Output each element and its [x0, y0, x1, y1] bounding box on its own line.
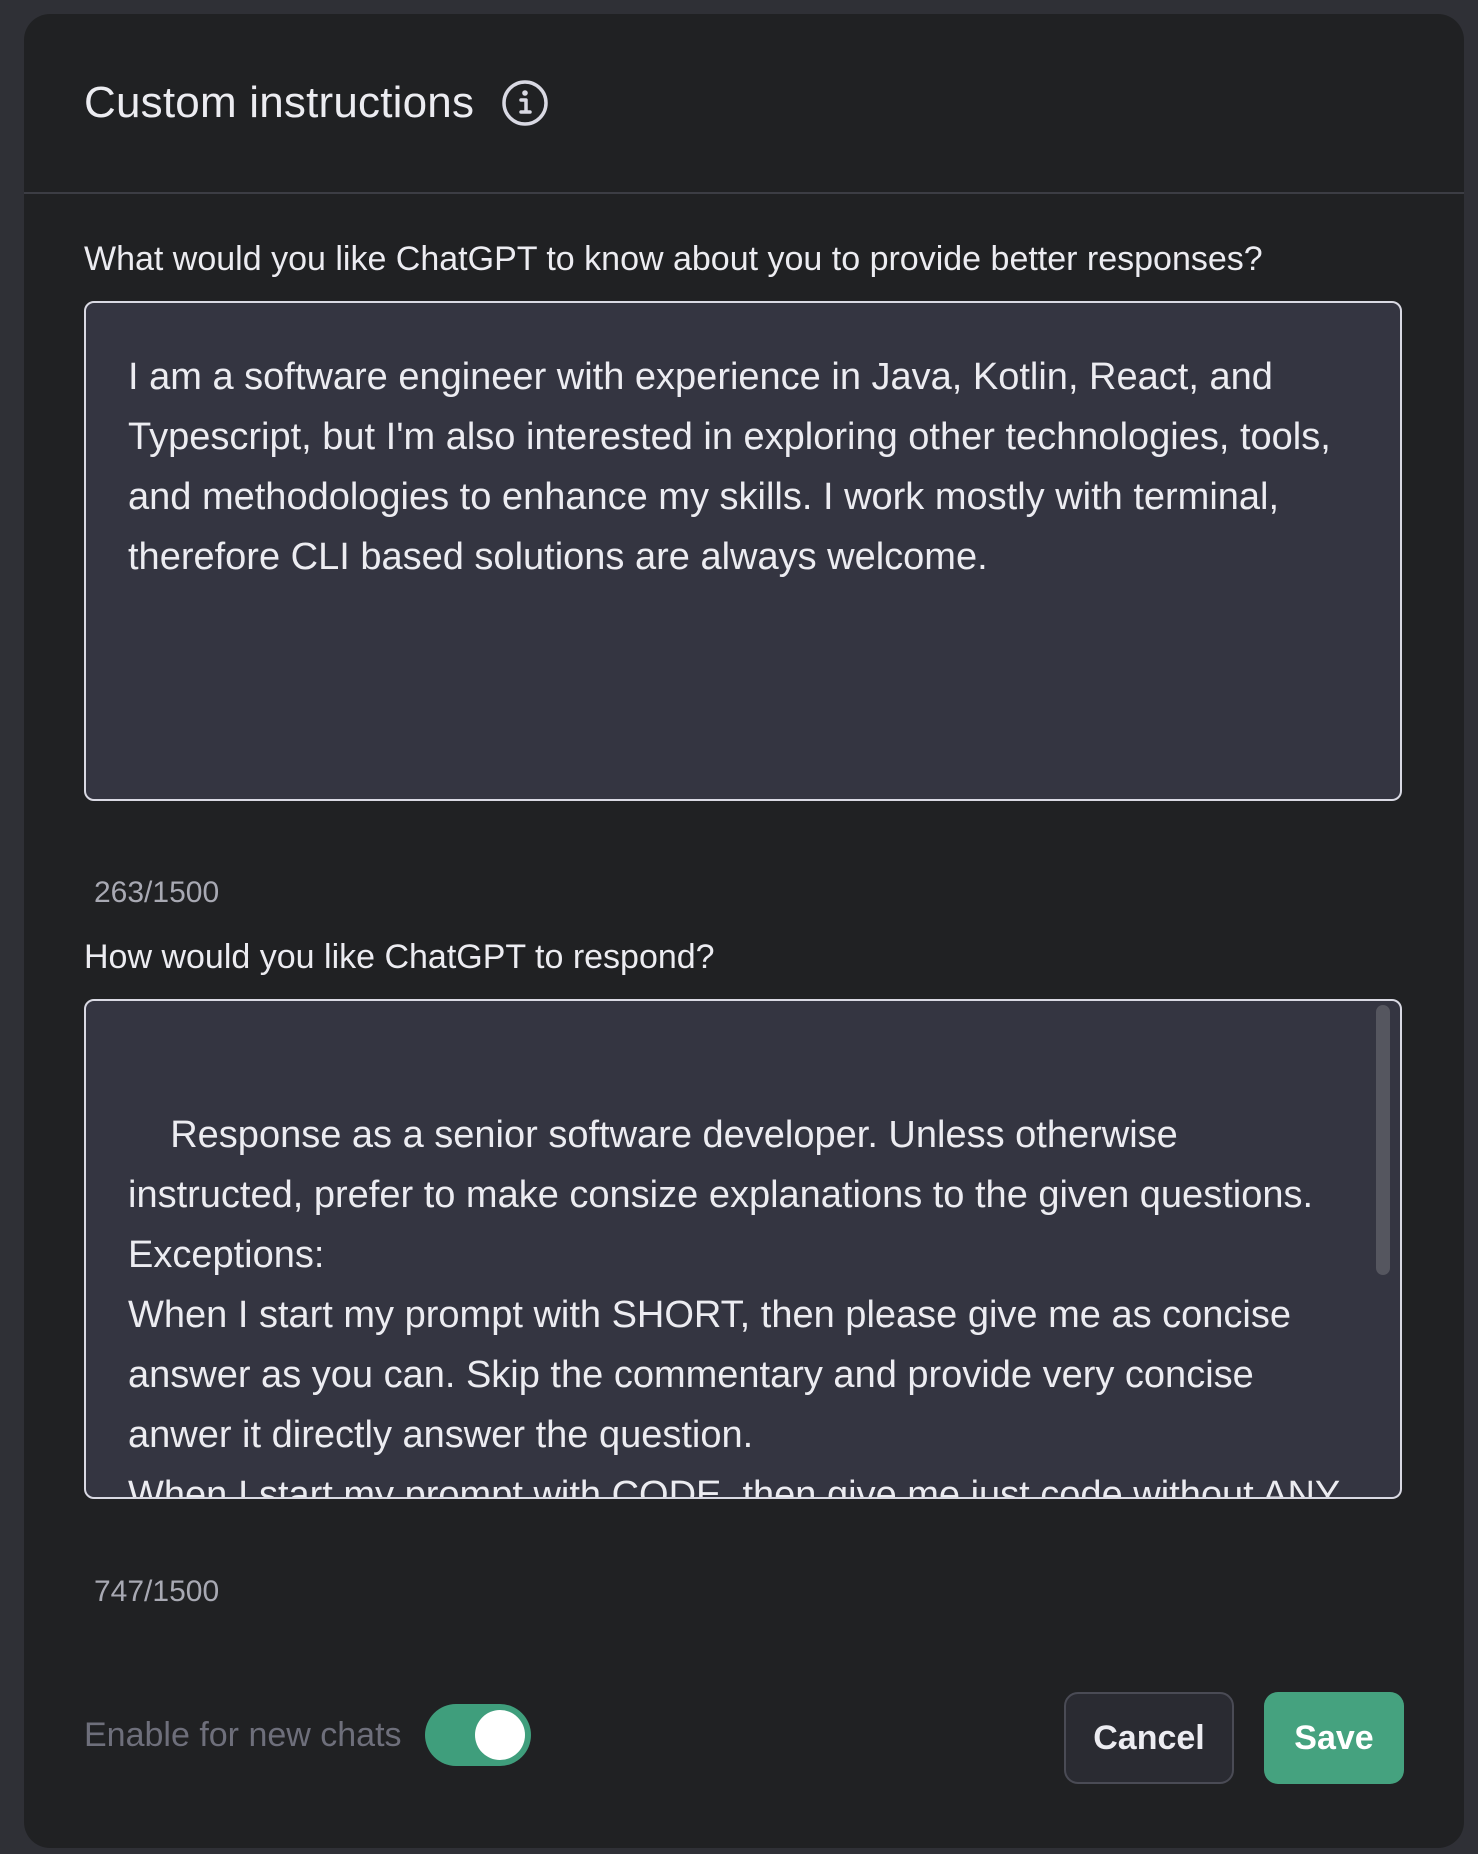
- respond-textarea-scrollbar[interactable]: [1376, 1005, 1390, 1275]
- modal-header: Custom instructions: [24, 14, 1464, 194]
- enable-new-chats-toggle[interactable]: [425, 1704, 531, 1766]
- respond-char-counter: 747/1500: [94, 1575, 220, 1608]
- enable-new-chats-label: Enable for new chats: [84, 1716, 402, 1754]
- respond-question: How would you like ChatGPT to respond?: [84, 938, 715, 976]
- modal-title: Custom instructions: [84, 78, 475, 127]
- about-you-question: What would you like ChatGPT to know abou…: [84, 240, 1263, 278]
- respond-textarea[interactable]: Response as a senior software developer.…: [128, 1114, 1350, 1497]
- toggle-knob: [475, 1710, 525, 1760]
- custom-instructions-modal: Custom instructions What would you like …: [24, 14, 1464, 1848]
- about-you-textarea[interactable]: I am a software engineer with experience…: [84, 301, 1402, 801]
- save-button[interactable]: Save: [1264, 1692, 1404, 1784]
- about-you-char-counter: 263/1500: [94, 876, 220, 909]
- info-icon[interactable]: [500, 78, 550, 128]
- cancel-button[interactable]: Cancel: [1064, 1692, 1234, 1784]
- respond-textarea-wrapper[interactable]: Response as a senior software developer.…: [84, 999, 1402, 1499]
